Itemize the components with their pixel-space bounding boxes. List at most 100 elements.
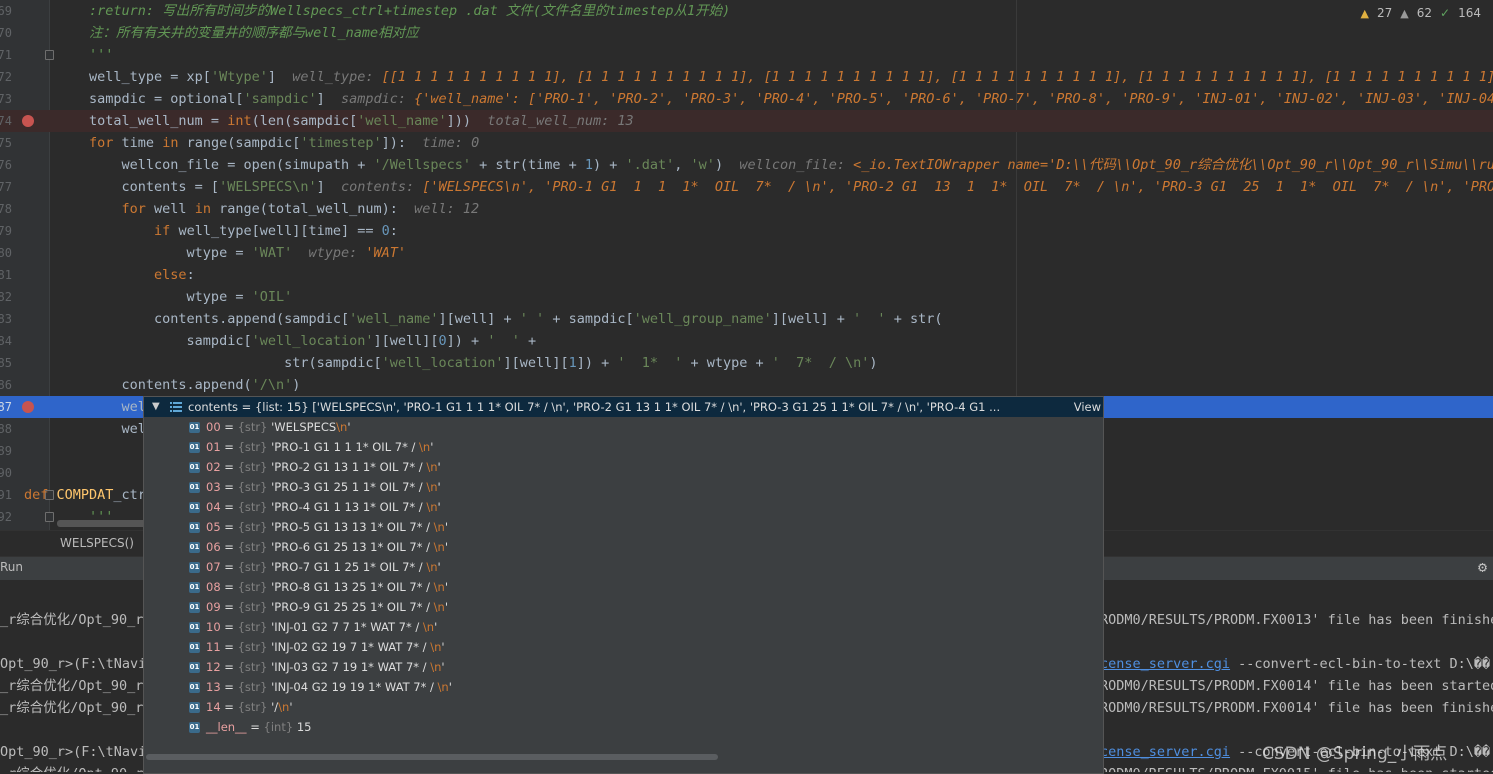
line-number[interactable]: 92	[0, 506, 12, 528]
line-number[interactable]: 70	[0, 22, 12, 44]
code-line[interactable]: 83 contents.append(sampdic['well_name'][…	[0, 308, 1493, 330]
popup-list-item[interactable]: 01 11 = {str} 'INJ-02 G2 19 7 1* WAT 7* /…	[144, 637, 1103, 657]
code-text[interactable]: wtype = 'WAT' wtype: 'WAT'	[24, 242, 406, 264]
code-line[interactable]: 81 else:	[0, 264, 1493, 286]
popup-list-item[interactable]: 01 12 = {str} 'INJ-03 G2 7 19 1* WAT 7* /…	[144, 657, 1103, 677]
popup-item-type: {str}	[237, 560, 268, 574]
code-text[interactable]: :return: 写出所有时间步的Wellspecs_ctrl+timestep…	[24, 0, 730, 22]
code-line[interactable]: 69 :return: 写出所有时间步的Wellspecs_ctrl+times…	[0, 0, 1493, 22]
code-text[interactable]: sampdic = optional['sampdic'] sampdic: {…	[24, 88, 1493, 110]
popup-list-item[interactable]: 01 03 = {str} 'PRO-3 G1 25 1 1* OIL 7* / …	[144, 477, 1103, 497]
line-number[interactable]: 91	[0, 484, 12, 506]
line-number[interactable]: 89	[0, 440, 12, 462]
code-line[interactable]: 80 wtype = 'WAT' wtype: 'WAT'	[0, 242, 1493, 264]
code-text[interactable]: well_type = xp['Wtype'] well_type: [[1 1…	[24, 66, 1493, 88]
code-line[interactable]: 84 sampdic['well_location'][well][0]) + …	[0, 330, 1493, 352]
line-number[interactable]: 87	[0, 396, 12, 418]
code-text[interactable]: wtype = 'OIL'	[24, 286, 293, 308]
popup-item-escape: \n	[426, 460, 438, 474]
line-number[interactable]: 81	[0, 264, 12, 286]
line-number[interactable]: 90	[0, 462, 12, 484]
code-text[interactable]: str(sampdic['well_location'][well][1]) +…	[24, 352, 877, 374]
popup-scroll-thumb[interactable]	[146, 754, 718, 760]
code-line[interactable]: 79 if well_type[well][time] == 0:	[0, 220, 1493, 242]
code-line[interactable]: 70 注：所有有关井的变量井的顺序都与well_name相对应	[0, 22, 1493, 44]
popup-list-item[interactable]: 01 09 = {str} 'PRO-9 G1 25 25 1* OIL 7* /…	[144, 597, 1103, 617]
popup-list-item[interactable]: 01 08 = {str} 'PRO-8 G1 13 25 1* OIL 7* /…	[144, 577, 1103, 597]
popup-list-item[interactable]: 01 __len__ = {int} 15	[144, 717, 1103, 737]
line-number[interactable]: 74	[0, 110, 12, 132]
code-text[interactable]: if well_type[well][time] == 0:	[24, 220, 398, 242]
console-line-right: RODM0/RESULTS/PRODM.FX0014' file has bee…	[1100, 697, 1493, 719]
console-link[interactable]: cense_server.cgi	[1100, 656, 1230, 672]
line-number[interactable]: 77	[0, 176, 12, 198]
view-link[interactable]: View	[1074, 397, 1101, 417]
popup-item-equals: =	[220, 620, 238, 634]
line-number[interactable]: 69	[0, 0, 12, 22]
line-number[interactable]: 71	[0, 44, 12, 66]
code-text[interactable]: 注：所有有关井的变量井的顺序都与well_name相对应	[24, 22, 419, 44]
popup-list-item[interactable]: 01 10 = {str} 'INJ-01 G2 7 7 1* WAT 7* / …	[144, 617, 1103, 637]
popup-horizontal-scrollbar[interactable]	[144, 753, 1103, 761]
popup-list-item[interactable]: 01 01 = {str} 'PRO-1 G1 1 1 1* OIL 7* / \…	[144, 437, 1103, 457]
line-number[interactable]: 76	[0, 154, 12, 176]
line-number[interactable]: 82	[0, 286, 12, 308]
popup-item-value: 'PRO-1 G1 1 1 1* OIL 7* /	[271, 440, 420, 454]
inspection-widget[interactable]: ▲ 27 ▲ 62 ✓ 164	[1361, 6, 1481, 20]
popup-list-item[interactable]: 01 07 = {str} 'PRO-7 G1 1 25 1* OIL 7* / …	[144, 557, 1103, 577]
editor-horizontal-scrollbar[interactable]	[57, 520, 157, 527]
popup-list-item[interactable]: 01 05 = {str} 'PRO-5 G1 13 13 1* OIL 7* /…	[144, 517, 1103, 537]
code-token: contents:	[341, 179, 423, 195]
line-number[interactable]: 78	[0, 198, 12, 220]
code-line[interactable]: 85 str(sampdic['well_location'][well][1]…	[0, 352, 1493, 374]
line-number[interactable]: 86	[0, 374, 12, 396]
code-text[interactable]: wellcon_file = open(simupath + '/Wellspe…	[24, 154, 1493, 176]
code-text[interactable]: else:	[24, 264, 195, 286]
breadcrumb-function[interactable]: WELSPECS()	[60, 536, 134, 550]
run-panel-title[interactable]: Run	[0, 560, 23, 574]
line-number[interactable]: 80	[0, 242, 12, 264]
popup-list-item[interactable]: 01 02 = {str} 'PRO-2 G1 13 1 1* OIL 7* / …	[144, 457, 1103, 477]
code-line[interactable]: 71 '''	[0, 44, 1493, 66]
code-text[interactable]: for time in range(sampdic['timestep']): …	[24, 132, 479, 154]
line-number[interactable]: 75	[0, 132, 12, 154]
popup-list-item[interactable]: 01 04 = {str} 'PRO-4 G1 1 13 1* OIL 7* / …	[144, 497, 1103, 517]
code-text[interactable]: total_well_num = int(len(sampdic['well_n…	[24, 110, 634, 132]
popup-header[interactable]: ▼ contents = {list: 15} ['WELSPECS\n', '…	[144, 397, 1103, 417]
code-text[interactable]: contents.append(sampdic['well_name'][wel…	[24, 308, 942, 330]
code-text[interactable]: '''	[24, 44, 113, 66]
code-line[interactable]: 77 contents = ['WELSPECS\n'] contents: […	[0, 176, 1493, 198]
line-number[interactable]: 73	[0, 88, 12, 110]
popup-list-item[interactable]: 01 14 = {str} '/\n'	[144, 697, 1103, 717]
code-line[interactable]: 73 sampdic = optional['sampdic'] sampdic…	[0, 88, 1493, 110]
line-number[interactable]: 83	[0, 308, 12, 330]
code-text[interactable]: contents = ['WELSPECS\n'] contents: ['WE…	[24, 176, 1493, 198]
popup-list-item[interactable]: 01 13 = {str} 'INJ-04 G2 19 19 1* WAT 7* …	[144, 677, 1103, 697]
chevron-down-icon[interactable]: ▼	[152, 397, 160, 417]
popup-list-item[interactable]: 01 06 = {str} 'PRO-6 G1 25 13 1* OIL 7* /…	[144, 537, 1103, 557]
line-number[interactable]: 84	[0, 330, 12, 352]
code-line[interactable]: 82 wtype = 'OIL'	[0, 286, 1493, 308]
console-link[interactable]: cense_server.cgi	[1100, 744, 1230, 760]
code-text[interactable]: for well in range(total_well_num): well:…	[24, 198, 480, 220]
code-token: well_type[well][time] ==	[178, 223, 382, 239]
code-line[interactable]: 76 wellcon_file = open(simupath + '/Well…	[0, 154, 1493, 176]
code-line[interactable]: 74 total_well_num = int(len(sampdic['wel…	[0, 110, 1493, 132]
code-text[interactable]: contents.append('/\n')	[24, 374, 301, 396]
line-number[interactable]: 88	[0, 418, 12, 440]
code-token: time	[121, 135, 163, 151]
line-number[interactable]: 85	[0, 352, 12, 374]
debug-value-popup[interactable]: ▼ contents = {list: 15} ['WELSPECS\n', '…	[143, 396, 1104, 774]
code-text[interactable]: sampdic['well_location'][well][0]) + ' '…	[24, 330, 537, 352]
popup-list-item[interactable]: 01 00 = {str} 'WELSPECS\n'	[144, 417, 1103, 437]
gear-icon[interactable]: ⚙	[1478, 558, 1487, 576]
code-line[interactable]: 78 for well in range(total_well_num): we…	[0, 198, 1493, 220]
line-number[interactable]: 79	[0, 220, 12, 242]
code-token: '/Wellspecs'	[373, 157, 472, 173]
popup-item-equals: =	[220, 440, 238, 454]
code-line[interactable]: 86 contents.append('/\n')	[0, 374, 1493, 396]
line-number[interactable]: 72	[0, 66, 12, 88]
code-line[interactable]: 75 for time in range(sampdic['timestep']…	[0, 132, 1493, 154]
code-line[interactable]: 72 well_type = xp['Wtype'] well_type: [[…	[0, 66, 1493, 88]
